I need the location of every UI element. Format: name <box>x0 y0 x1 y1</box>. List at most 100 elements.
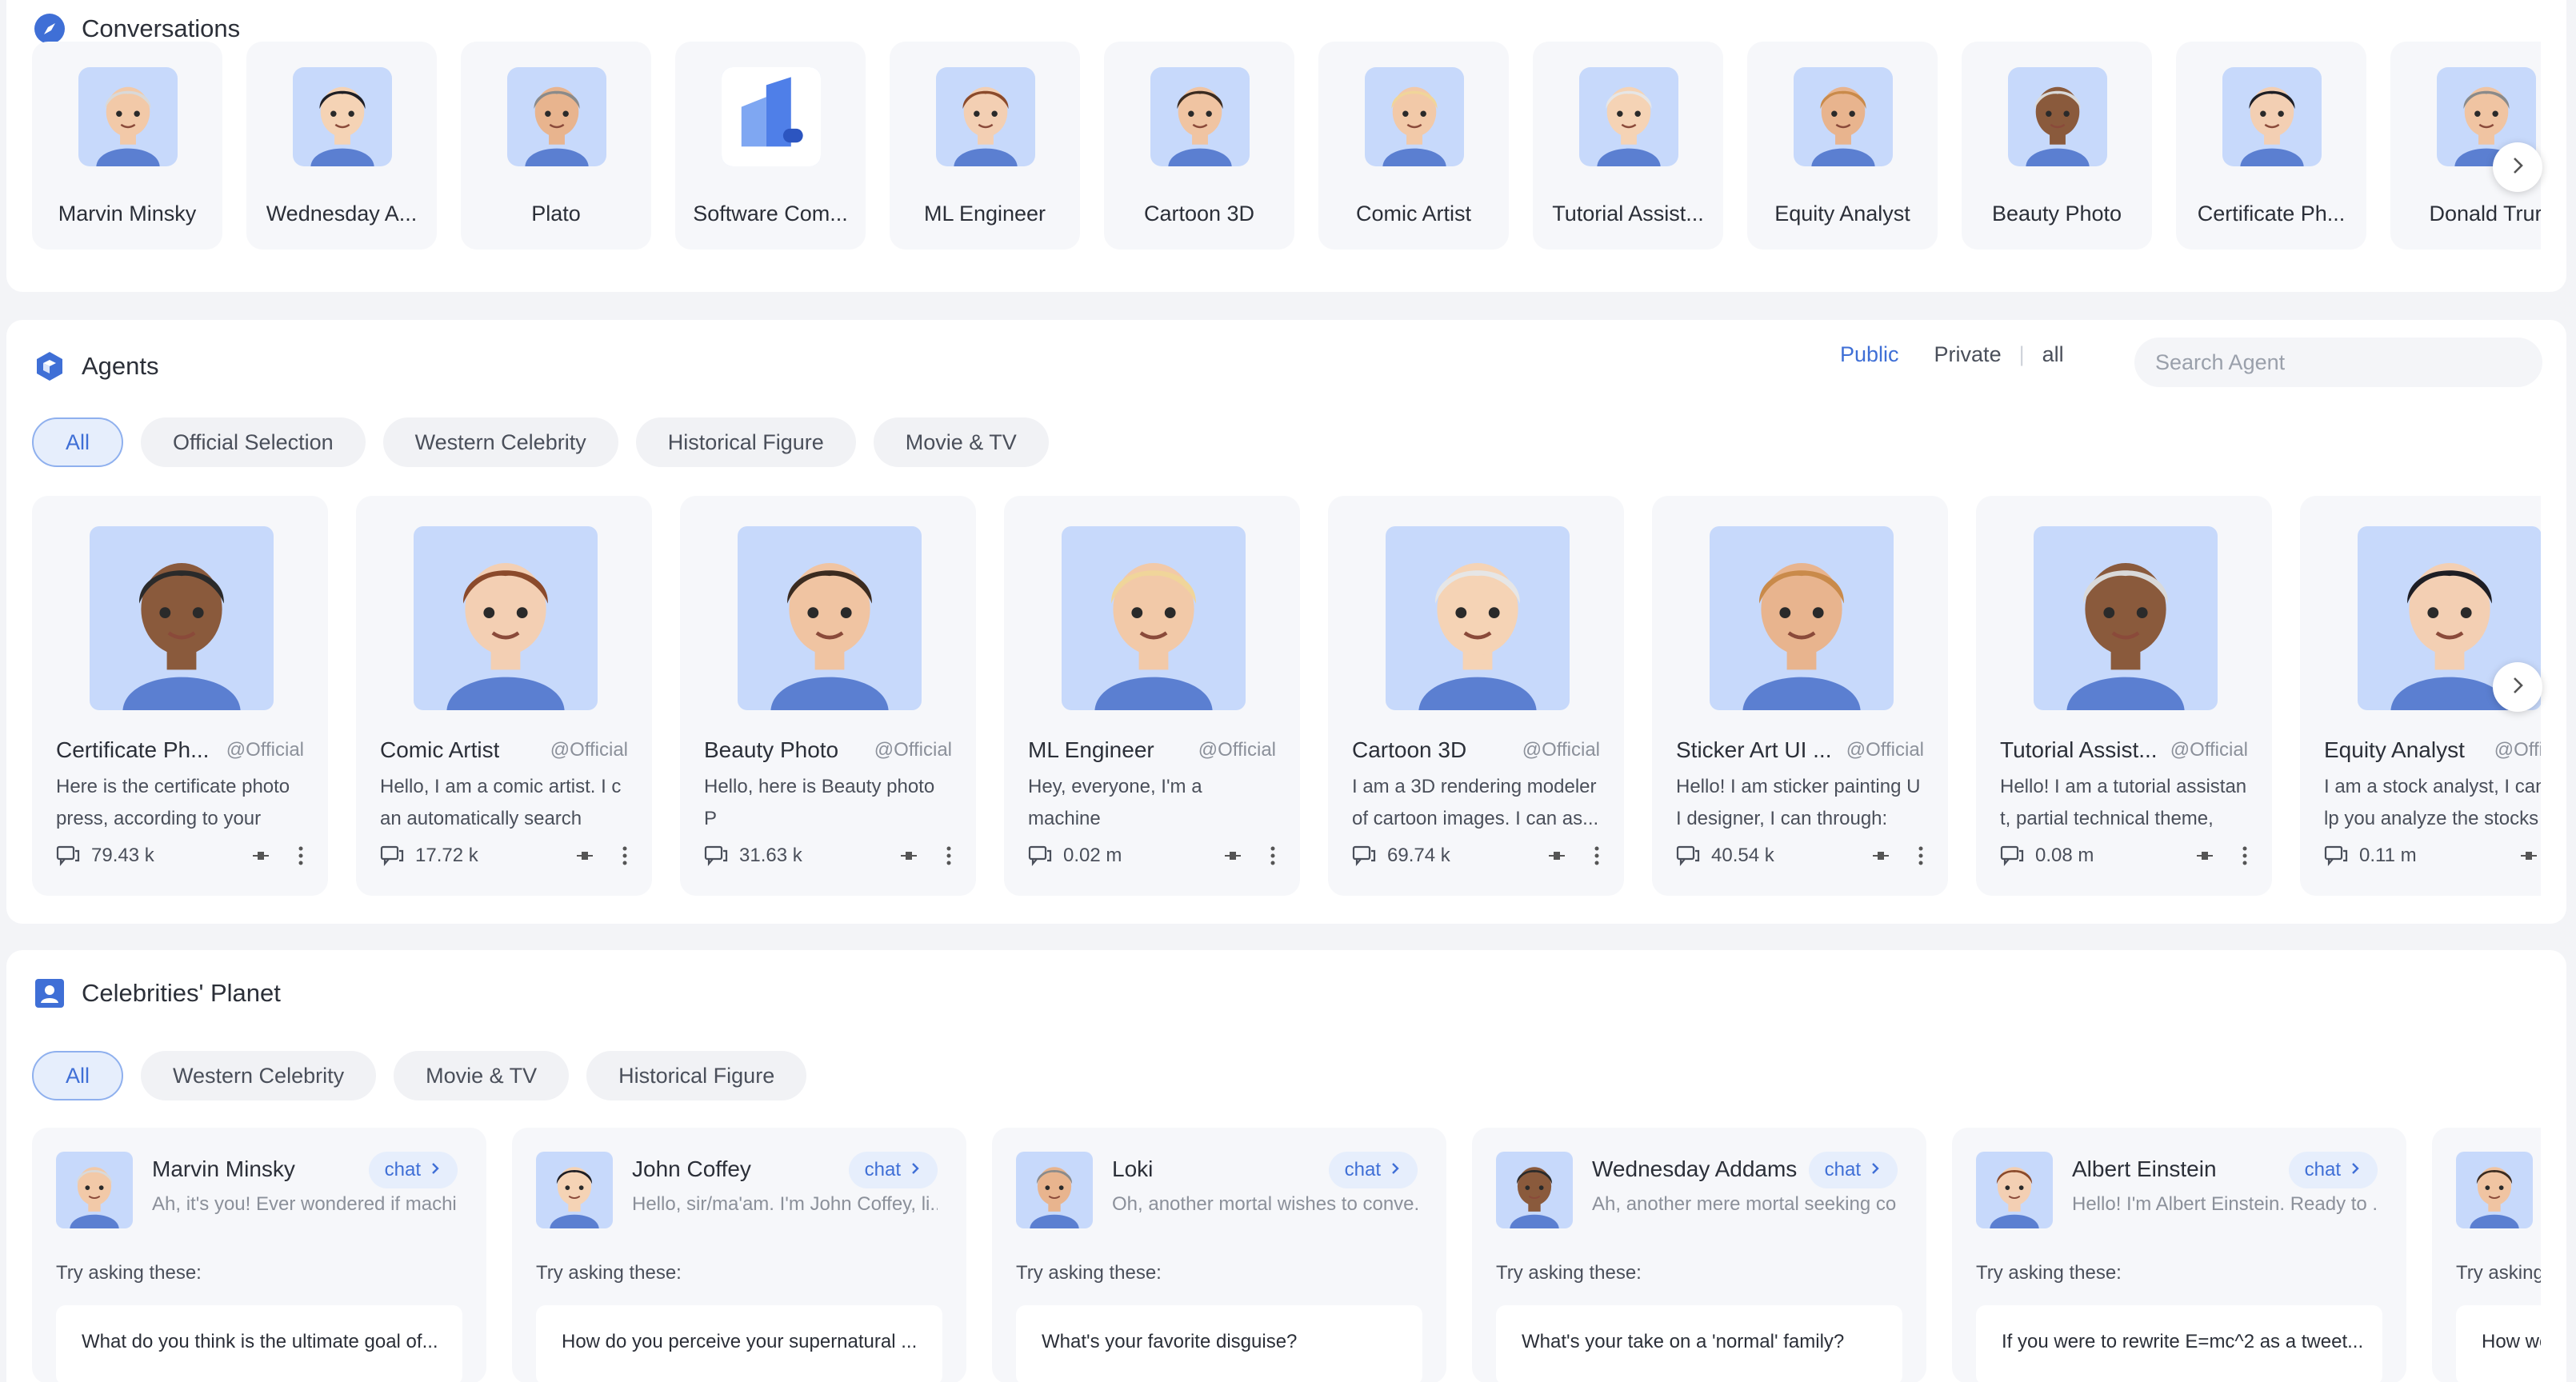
pin-icon[interactable] <box>2519 848 2538 864</box>
agent-name: Cartoon 3D <box>1352 737 1467 762</box>
conversation-card[interactable]: Certificate Ph... <box>2176 42 2366 250</box>
official-badge: @Official <box>874 739 952 761</box>
celebrity-card[interactable]: Marvin Minsky chat Ah, it's you! Ever wond… <box>32 1128 486 1382</box>
official-badge: @Official <box>226 739 304 761</box>
suggested-question[interactable]: What's your take on a 'normal' family? <box>1496 1305 1902 1382</box>
search-agent-input[interactable] <box>2134 338 2542 387</box>
conversation-card[interactable]: Equity Analyst <box>1747 42 1938 250</box>
avatar <box>1496 1152 1573 1228</box>
chat-bubble-icon <box>380 845 404 867</box>
visibility-all[interactable]: all <box>2025 342 2082 367</box>
conversation-name: Plato <box>531 202 581 226</box>
agents-tab[interactable]: Movie & TV <box>873 417 1049 467</box>
agent-description-line: t, partial technical theme, th... <box>2000 808 2214 829</box>
chat-button[interactable]: chat <box>2288 1152 2378 1188</box>
agents-tab[interactable]: All <box>32 417 124 467</box>
visibility-private[interactable]: Private <box>1917 342 2019 367</box>
pin-icon[interactable] <box>2195 848 2214 864</box>
pin-icon[interactable] <box>899 848 918 864</box>
agent-card[interactable]: Cartoon 3D @Official I am a 3D rendering m… <box>1328 496 1624 896</box>
conversation-card[interactable]: ML Engineer <box>890 42 1080 250</box>
celebrities-tab[interactable]: Western Celebrity <box>141 1051 377 1100</box>
agent-card[interactable]: Comic Artist @Official Hello, I am a comic… <box>356 496 652 896</box>
conversation-card[interactable]: Cartoon 3D <box>1104 42 1294 250</box>
agent-card[interactable]: ML Engineer @Official Hey, everyone, I'm a… <box>1004 496 1300 896</box>
agents-tab[interactable]: Official Selection <box>141 417 366 467</box>
contact-card-icon <box>34 977 66 1009</box>
conversation-card[interactable]: Tutorial Assist... <box>1533 42 1723 250</box>
building-logo-icon <box>722 67 821 166</box>
agent-meta: 40.54 k <box>1676 840 1924 872</box>
visibility-public[interactable]: Public <box>1822 342 1917 367</box>
conversation-name: Beauty Photo <box>1991 202 2122 226</box>
agent-description-line: Here is the certificate photo <box>56 776 290 797</box>
suggested-question[interactable]: How wc <box>2456 1305 2541 1382</box>
celebrities-filter-tabs: All Western Celebrity Movie & TV Historical… <box>32 1051 807 1100</box>
agent-meta: 0.02 m <box>1028 840 1276 872</box>
agent-description: Here is the certificate photo press, acco… <box>56 771 304 835</box>
agent-meta: 79.43 k <box>56 840 304 872</box>
pin-icon[interactable] <box>575 848 594 864</box>
celebrity-card[interactable]: Wednesday Addams chat Ah, another mere mor… <box>1472 1128 1926 1382</box>
suggested-question[interactable]: What do you think is the ultimate goal o… <box>56 1305 462 1382</box>
agents-tab[interactable]: Western Celebrity <box>382 417 618 467</box>
agent-name: Tutorial Assist... <box>2000 737 2158 762</box>
more-options-icon[interactable] <box>1594 845 1600 866</box>
suggested-question[interactable]: If you were to rewrite E=mc^2 as a tweet… <box>1976 1305 2382 1382</box>
conversation-card[interactable]: Comic Artist <box>1318 42 1509 250</box>
agent-name: Certificate Ph... <box>56 737 210 762</box>
celebrities-tab[interactable]: Movie & TV <box>394 1051 570 1100</box>
agent-meta: 17.72 k <box>380 840 628 872</box>
more-options-icon[interactable] <box>1270 845 1276 866</box>
conversation-name: Donald Trur <box>2429 202 2541 226</box>
celebrity-card[interactable]: Try asking How wc <box>2432 1128 2541 1382</box>
agents-next-button[interactable] <box>2493 662 2542 712</box>
agent-card[interactable]: Sticker Art UI ... @Official Hello! I am s… <box>1652 496 1948 896</box>
conversations-next-button[interactable] <box>2493 142 2542 192</box>
more-options-icon[interactable] <box>298 845 304 866</box>
conversation-name: Marvin Minsky <box>58 202 197 226</box>
pin-icon[interactable] <box>251 848 270 864</box>
agents-tab[interactable]: Historical Figure <box>635 417 856 467</box>
celebrities-tab[interactable]: All <box>32 1051 124 1100</box>
suggested-question[interactable]: What's your favorite disguise? <box>1016 1305 1422 1382</box>
more-options-icon[interactable] <box>946 845 952 866</box>
agent-card[interactable]: Tutorial Assist... @Official Hello! I am a… <box>1976 496 2272 896</box>
conversation-card[interactable]: Beauty Photo <box>1962 42 2152 250</box>
chat-button[interactable]: chat <box>848 1152 938 1188</box>
avatar <box>738 526 922 710</box>
chevron-right-icon <box>429 1159 442 1181</box>
official-badge: @Official <box>2494 739 2541 761</box>
official-badge: @Official <box>1846 739 1924 761</box>
official-badge: @Official <box>2170 739 2248 761</box>
chat-bubble-icon <box>1676 845 1700 867</box>
conversation-card[interactable]: Plato <box>461 42 651 250</box>
suggested-question[interactable]: How do you perceive your supernatural ..… <box>536 1305 942 1382</box>
chat-bubble-icon <box>704 845 728 867</box>
conversation-card[interactable]: Software Com... <box>675 42 866 250</box>
chat-button[interactable]: chat <box>1808 1152 1898 1188</box>
agent-description-line: I am a stock analyst, I can <box>2324 776 2541 797</box>
chat-button[interactable]: chat <box>1328 1152 1418 1188</box>
celebrity-card[interactable]: Loki chat Oh, another mortal wishes to con… <box>992 1128 1446 1382</box>
pin-icon[interactable] <box>1871 848 1890 864</box>
celebrity-card[interactable]: Albert Einstein chat Hello! I'm Albert Ein… <box>1952 1128 2406 1382</box>
agent-description-line: Hello! I am a tutorial assistan <box>2000 776 2247 797</box>
conversation-card[interactable]: Marvin Minsky <box>32 42 222 250</box>
celebrity-card[interactable]: John Coffey chat Hello, sir/ma'am. I'm Joh… <box>512 1128 966 1382</box>
agent-card[interactable]: Beauty Photo @Official Hello, here is Beau… <box>680 496 976 896</box>
agent-description-line: Hey, everyone, I'm a machine <box>1028 776 1202 829</box>
more-options-icon[interactable] <box>1918 845 1924 866</box>
pin-icon[interactable] <box>1223 848 1242 864</box>
pin-icon[interactable] <box>1547 848 1566 864</box>
agent-description: Hey, everyone, I'm a machinelearning eng… <box>1028 771 1276 835</box>
chat-button[interactable]: chat <box>368 1152 458 1188</box>
celebrities-tab[interactable]: Historical Figure <box>586 1051 807 1100</box>
more-options-icon[interactable] <box>622 845 628 866</box>
conversation-card[interactable]: Wednesday A... <box>246 42 437 250</box>
agent-card[interactable]: Certificate Ph... @Official Here is the ce… <box>32 496 328 896</box>
try-asking-label: Try asking these: <box>1976 1262 2122 1284</box>
more-options-icon[interactable] <box>2242 845 2248 866</box>
chat-bubble-icon <box>1352 845 1376 867</box>
chat-button-label: chat <box>864 1159 901 1180</box>
